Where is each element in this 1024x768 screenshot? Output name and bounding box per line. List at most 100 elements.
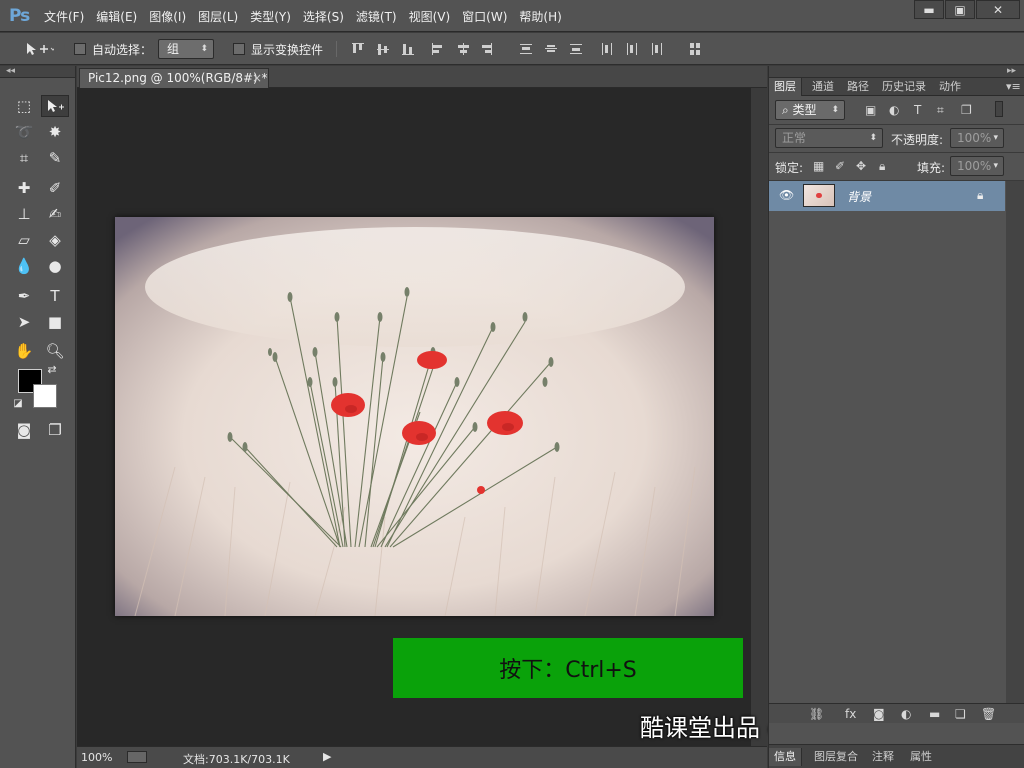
menu-file[interactable]: 文件(F) — [44, 8, 84, 25]
crop-tool-icon[interactable]: ⌗ — [10, 147, 38, 169]
menu-help[interactable]: 帮助(H) — [519, 8, 561, 25]
lock-fill-row: 锁定: ▦ ✐ ✥ 🔒︎ 填充: 100% ▾ — [769, 153, 1024, 181]
lasso-tool-icon[interactable]: ➰ — [10, 121, 38, 143]
path-selection-tool-icon[interactable]: ➤ — [10, 311, 38, 333]
healing-brush-tool-icon[interactable]: ✚ — [10, 177, 38, 199]
filter-type-icon[interactable]: T — [914, 103, 921, 117]
canvas-vertical-scrollbar[interactable] — [751, 88, 767, 746]
delete-layer-icon[interactable]: 🗑︎ — [981, 707, 996, 721]
visibility-eye-icon[interactable]: 👁︎ — [779, 188, 794, 202]
menu-filter[interactable]: 滤镜(T) — [356, 8, 397, 25]
paint-bucket-tool-icon[interactable]: ◈ — [41, 229, 69, 251]
menu-select[interactable]: 选择(S) — [303, 8, 344, 25]
menu-edit[interactable]: 编辑(E) — [96, 8, 137, 25]
close-button[interactable]: ✕ — [976, 0, 1020, 19]
lock-image-icon[interactable]: ✐ — [835, 159, 845, 173]
blend-mode-select[interactable]: 正常 ⬍ — [775, 128, 883, 148]
tab-actions[interactable]: 动作 — [934, 78, 966, 96]
layer-name[interactable]: 背景 — [847, 188, 871, 205]
layer-filter-row: ⌕ 类型 ⬍ ▣ ◐ T ⌗ ❐ — [769, 97, 1024, 125]
status-menu-arrow-icon[interactable]: ▶ — [323, 750, 331, 763]
layers-scrollbar[interactable] — [1006, 181, 1024, 703]
new-group-icon[interactable]: ▬ — [929, 707, 940, 721]
layers-panel-tabs: 图层 通道 路径 历史记录 动作 ▾≡ — [769, 78, 1024, 96]
adjustment-layer-icon[interactable]: ◐ — [901, 707, 911, 721]
auto-select-option[interactable]: 自动选择： — [74, 33, 152, 65]
tab-paths[interactable]: 路径 — [842, 78, 874, 96]
tab-channels[interactable]: 通道 — [807, 78, 839, 96]
opacity-value: 100% — [957, 131, 992, 145]
magic-wand-tool-icon[interactable]: ✸ — [41, 121, 69, 143]
rectangle-tool-icon[interactable]: ■ — [41, 311, 69, 333]
background-color-swatch[interactable] — [33, 384, 57, 408]
document-tab[interactable]: Pic12.png @ 100%(RGB/8#) * × — [79, 68, 269, 88]
pen-tool-icon[interactable]: ✒ — [10, 285, 38, 307]
hand-tool-icon[interactable]: ✋ — [10, 340, 38, 362]
show-transform-checkbox[interactable] — [233, 43, 245, 55]
tab-layer-comps[interactable]: 图层复合 — [809, 748, 863, 766]
move-tool-button[interactable] — [41, 95, 69, 117]
show-transform-option[interactable]: 显示变换控件 — [233, 33, 323, 65]
menu-layer[interactable]: 图层(L) — [198, 8, 238, 25]
tab-properties[interactable]: 属性 — [905, 748, 937, 766]
type-tool-icon[interactable]: T — [41, 285, 69, 307]
tab-layers[interactable]: 图层 — [769, 78, 802, 96]
add-mask-icon[interactable]: ◙ — [873, 707, 885, 721]
auto-select-target-select[interactable]: 组 ⬍ — [158, 39, 214, 59]
layers-panel-footer: ⛓ fx ◙ ◐ ▬ ❏ 🗑︎ — [769, 703, 1024, 723]
tab-info[interactable]: 信息 — [769, 748, 802, 766]
clone-stamp-tool-icon[interactable]: ⊥ — [10, 203, 38, 225]
status-preview-icon[interactable] — [127, 751, 147, 763]
menu-window[interactable]: 窗口(W) — [462, 8, 507, 25]
eraser-tool-icon[interactable]: ▱ — [10, 229, 38, 251]
tab-history[interactable]: 历史记录 — [877, 78, 931, 96]
fill-input[interactable]: 100% ▾ — [950, 156, 1004, 176]
select-stepper-icon: ⬍ — [200, 44, 208, 54]
filter-shape-icon[interactable]: ⌗ — [937, 103, 944, 118]
filter-adjustment-icon[interactable]: ◐ — [889, 103, 899, 117]
opacity-input[interactable]: 100% ▾ — [950, 128, 1004, 148]
dodge-tool-icon[interactable]: ● — [41, 255, 69, 277]
brush-tool-icon[interactable]: ✐ — [41, 177, 69, 199]
filter-pixel-icon[interactable]: ▣ — [865, 103, 876, 117]
layer-style-icon[interactable]: fx — [845, 707, 856, 721]
lock-transparent-icon[interactable]: ▦ — [813, 159, 824, 173]
marquee-tool-icon[interactable]: ⬚ — [10, 95, 38, 117]
filter-smart-object-icon[interactable]: ❐ — [961, 103, 972, 117]
menu-view[interactable]: 视图(V) — [409, 8, 451, 25]
right-dock-header[interactable]: ▸▸ — [769, 66, 1024, 78]
auto-select-checkbox[interactable] — [74, 43, 86, 55]
tool-preset-picker[interactable] — [24, 33, 54, 65]
blur-tool-icon[interactable]: 💧 — [10, 255, 38, 277]
poppy-field-photo — [115, 217, 714, 616]
swap-colors-icon[interactable]: ⇄ — [44, 362, 60, 376]
zoom-tool-icon[interactable]: 🔍︎ — [41, 340, 69, 362]
new-layer-icon[interactable]: ❏ — [955, 707, 966, 721]
fill-label: 填充: — [917, 161, 946, 175]
layer-filter-select[interactable]: ⌕ 类型 ⬍ — [775, 100, 845, 120]
document-canvas-image[interactable] — [115, 217, 714, 616]
tools-panel: ◂◂ ⬚ ➰ ✸ ⌗ ✎ ✚ ✐ ⊥ ✍ ▱ ◈ 💧 ● ✒ T ➤ ■ ✋ 🔍… — [0, 66, 76, 768]
filter-toggle-switch[interactable] — [995, 101, 1003, 117]
main-menu: 文件(F) 编辑(E) 图像(I) 图层(L) 类型(Y) 选择(S) 滤镜(T… — [44, 8, 574, 25]
link-layers-icon[interactable]: ⛓ — [809, 707, 824, 721]
screen-mode-icon[interactable]: ❐ — [41, 419, 69, 441]
lock-all-icon[interactable]: 🔒︎ — [879, 159, 885, 174]
tab-notes[interactable]: 注释 — [867, 748, 899, 766]
menu-type[interactable]: 类型(Y) — [250, 8, 291, 25]
layer-row-background[interactable]: 👁︎ 背景 🔒︎ — [769, 181, 1005, 211]
maximize-button[interactable]: ▣ — [945, 0, 975, 19]
panel-menu-icon[interactable]: ▾≡ — [1001, 78, 1024, 96]
eyedropper-tool-icon[interactable]: ✎ — [41, 147, 69, 169]
zoom-level[interactable]: 100% — [81, 751, 112, 764]
auto-select-target-value: 组 — [167, 42, 180, 56]
default-colors-icon[interactable]: ◪ — [10, 396, 26, 410]
opacity-label: 不透明度: — [891, 133, 944, 147]
tools-panel-header[interactable]: ◂◂ — [0, 66, 75, 78]
menu-image[interactable]: 图像(I) — [149, 8, 186, 25]
minimize-button[interactable]: ▬ — [914, 0, 944, 19]
quick-mask-icon[interactable]: ◙ — [10, 419, 38, 441]
lock-position-icon[interactable]: ✥ — [856, 159, 866, 173]
tab-close-icon[interactable]: × — [252, 69, 262, 87]
history-brush-tool-icon[interactable]: ✍ — [41, 203, 69, 225]
